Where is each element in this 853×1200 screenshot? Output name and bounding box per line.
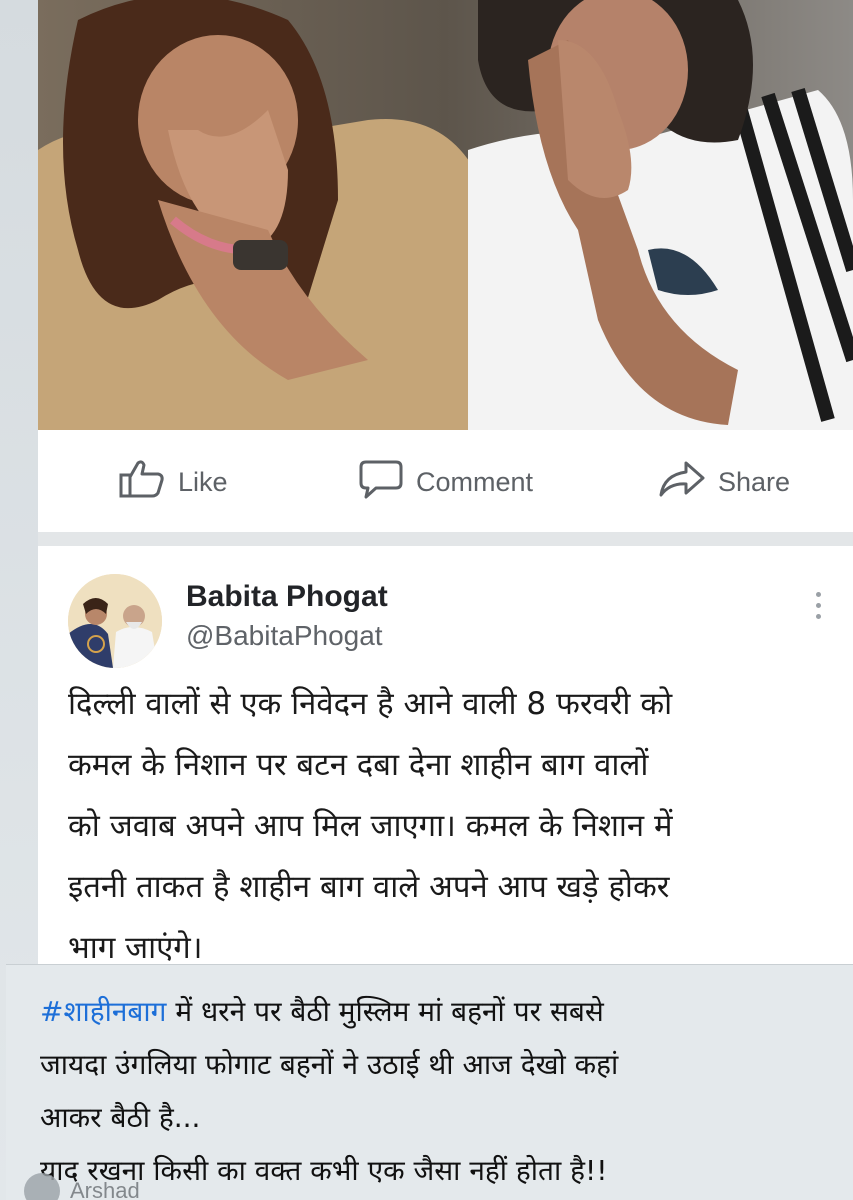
speech-bubble-icon [358,458,404,507]
tweet-card: Babita Phogat @BabitaPhogat दिल्ली वालों… [38,546,853,966]
thumbs-up-icon [118,459,166,506]
tweet-line: को जवाब अपने आप मिल जाएगा। कमल के निशान … [68,808,673,844]
tweet-line: दिल्ली वालों से एक निवेदन है आने वाली 8 … [68,686,673,722]
watermark-name: Arshad [70,1178,140,1200]
watermark: Arshad [24,1173,140,1200]
comment-label: Comment [416,466,534,497]
share-arrow-icon [658,459,706,506]
share-label: Share [718,466,791,497]
tweet-line: इतनी ताकत है शाहीन बाग वाले अपने आप खड़े… [68,869,670,905]
caption-line: आकर बैठी है... [40,1101,201,1134]
caption-line-rest: में धरने पर बैठी मुस्लिम मां बहनों पर सब… [166,995,604,1028]
tweet-author-name[interactable]: Babita Phogat [186,580,388,614]
like-button[interactable]: Like [118,459,228,506]
comment-button[interactable]: Comment [358,460,533,504]
card-separator [38,532,853,546]
caption-line: याद रखना किसी का वक्त कभी एक जैसा नहीं ह… [40,1154,608,1187]
caption-box: #शाहीनबाग में धरने पर बैठी मुस्लिम मां ब… [6,964,853,1200]
share-button[interactable]: Share [658,460,790,504]
post-action-bar: Like Comment Share [38,430,853,533]
hashtag-link[interactable]: #शाहीनबाग [40,995,166,1028]
tweet-body: दिल्ली वालों से एक निवेदन है आने वाली 8 … [68,674,838,979]
watermark-avatar [24,1173,60,1200]
tweet-line: कमल के निशान पर बटन दबा देना शाहीन बाग व… [68,747,649,783]
post-photo [38,0,853,430]
caption-line: #शाहीनबाग में धरने पर बैठी मुस्लिम मां ब… [40,985,840,1038]
caption-line: जायदा उंगलिया फोगाट बहनों ने उठाई थी आज … [40,1048,619,1081]
tweet-author-handle[interactable]: @BabitaPhogat [186,620,383,652]
avatar[interactable] [68,574,162,668]
caption-body: #शाहीनबाग में धरने पर बैठी मुस्लिम मां ब… [40,985,840,1197]
screenshot-page: Like Comment Share Babita Phogat @Babita… [0,0,853,1200]
like-label: Like [178,466,228,497]
more-options-icon[interactable] [813,592,823,632]
